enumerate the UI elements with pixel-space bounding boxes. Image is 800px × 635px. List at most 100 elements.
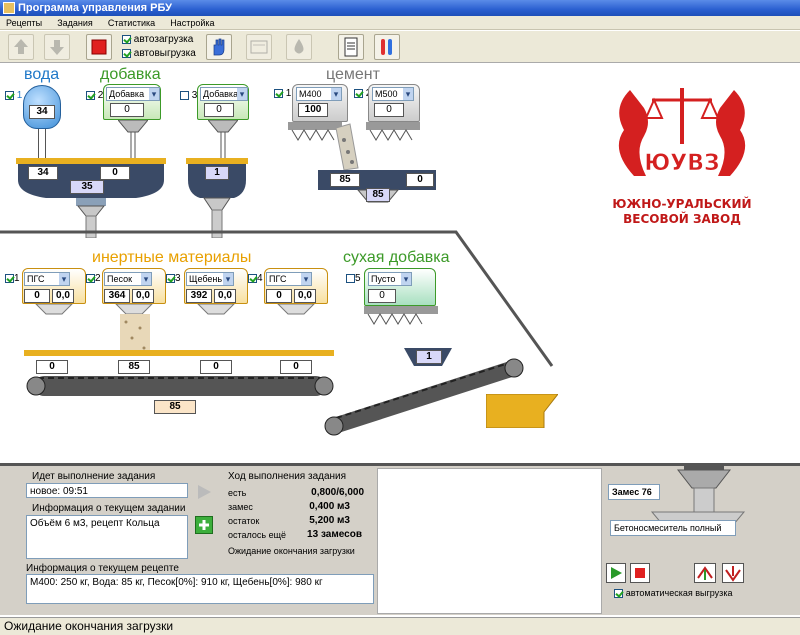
checkbox-icon xyxy=(354,88,363,98)
belt-total: 85 xyxy=(154,400,196,414)
cement1-select[interactable]: М400 xyxy=(296,87,342,101)
play-icon xyxy=(611,567,622,579)
title-bar: Программа управления РБУ xyxy=(0,0,800,16)
menu-tasks[interactable]: Задания xyxy=(51,16,99,30)
inert2-select[interactable]: Песок xyxy=(104,272,152,286)
progress-label-remain: остаток xyxy=(228,516,260,526)
report-button[interactable] xyxy=(338,34,364,60)
panel-button[interactable] xyxy=(246,34,272,60)
drop-icon xyxy=(294,39,304,54)
progress-value-remain: 5,200 м3 xyxy=(309,515,350,526)
logo-line2: ВЕСОВОЙ ЗАВОД xyxy=(623,212,741,226)
company-logo: ЮУВЗ ЮЖНО-УРАЛЬСКИЙ ВЕСОВОЙ ЗАВОД xyxy=(594,78,770,228)
inert1-moisture: 0,0 xyxy=(52,289,74,303)
progress-wait: Ожидание окончания загрузки xyxy=(228,546,355,556)
belt-rail xyxy=(24,350,334,356)
close-gate-button[interactable] xyxy=(722,563,744,583)
arrow-down-icon xyxy=(50,40,64,55)
additive1-select[interactable]: Добавка xyxy=(106,87,160,101)
logo-line1: ЮЖНО-УРАЛЬСКИЙ xyxy=(612,197,752,211)
drop-button[interactable] xyxy=(286,34,312,60)
cement-scale-b: 0 xyxy=(406,173,434,187)
additive-header: добавка xyxy=(100,66,161,83)
checkbox-icon xyxy=(86,90,95,100)
inert1-checkbox[interactable]: 1 xyxy=(5,273,20,284)
inert4-moisture: 0,0 xyxy=(294,289,316,303)
inert1-select[interactable]: ПГС xyxy=(24,272,70,286)
cement1-checkbox[interactable]: 1 xyxy=(274,88,291,99)
water-enable-checkbox[interactable]: 1 xyxy=(5,90,22,101)
belt-value-1: 0 xyxy=(36,360,68,374)
stop-icon xyxy=(91,39,107,55)
cement2-select[interactable]: М500 xyxy=(372,87,414,101)
info-value: Объём 6 м3, рецепт Кольца xyxy=(26,515,188,559)
scale-right-total: 1 xyxy=(205,166,229,180)
inert3-checkbox[interactable]: 3 xyxy=(166,273,181,284)
inert4-checkbox[interactable]: 4 xyxy=(248,273,263,284)
checkbox-icon xyxy=(86,273,95,283)
status-bar: Ожидание окончания загрузки xyxy=(0,617,800,635)
logo-emblem: ЮУВЗ xyxy=(618,88,746,176)
stop-icon xyxy=(635,568,645,578)
add-task-button[interactable] xyxy=(195,516,213,534)
inert4-value: 0 xyxy=(266,289,292,303)
logo-abbr: ЮУВЗ xyxy=(644,151,719,176)
checkbox-icon xyxy=(346,273,355,283)
load-down-button[interactable] xyxy=(44,34,70,60)
water-value: 34 xyxy=(29,105,55,119)
inert2-value: 364 xyxy=(104,289,130,303)
dry-additive-checkbox[interactable]: 5 xyxy=(346,273,361,284)
arrow-up-icon xyxy=(14,39,28,54)
additive2-select[interactable]: Добавка xyxy=(200,87,248,101)
dry-additive-auger xyxy=(364,306,438,325)
gate-close-icon xyxy=(725,566,741,582)
manual-mode-button[interactable] xyxy=(206,34,232,60)
additive2-checkbox[interactable]: 3 xyxy=(180,90,197,101)
lab-button[interactable] xyxy=(374,34,400,60)
progress-label-batch: замес xyxy=(228,502,253,512)
inert3-select[interactable]: Щебень xyxy=(186,272,234,286)
progress-value-left: 13 замесов xyxy=(307,529,362,540)
inert-gates xyxy=(35,304,315,356)
checkbox-icon xyxy=(180,90,189,100)
scale-left-water: 34 xyxy=(28,166,58,180)
checkbox-icon xyxy=(122,48,131,58)
menu-statistics[interactable]: Статистика xyxy=(102,16,161,30)
autounload-checkbox[interactable]: автовыгрузка xyxy=(122,48,196,59)
inert2-checkbox[interactable]: 2 xyxy=(86,273,101,284)
recipe-label: Информация о текущем рецепте xyxy=(26,563,179,574)
plus-icon xyxy=(199,520,209,530)
progress-value-batch: 0,400 м3 xyxy=(309,501,350,512)
stop-button[interactable] xyxy=(86,34,112,60)
checkbox-icon xyxy=(122,34,131,44)
start-unload-button[interactable] xyxy=(606,563,626,583)
forward-button[interactable] xyxy=(195,483,213,501)
menu-recipes[interactable]: Рецепты xyxy=(0,16,48,30)
cement-scale-total: 85 xyxy=(366,188,390,202)
recipe-value: М400: 250 кг, Вода: 85 кг, Песок[0%]: 91… xyxy=(26,574,374,604)
stop-unload-button[interactable] xyxy=(630,563,650,583)
autoload-checkbox[interactable]: автозагрузка xyxy=(122,34,193,45)
menu-settings[interactable]: Настройка xyxy=(164,16,220,30)
belt-value-2: 85 xyxy=(118,360,150,374)
panel-icon xyxy=(250,40,268,54)
auto-unload-checkbox[interactable]: автоматическая выгрузка xyxy=(614,588,732,599)
exec-label: Идет выполнение задания xyxy=(32,471,156,482)
checkbox-icon xyxy=(5,273,14,283)
additive1-checkbox[interactable]: 2 xyxy=(86,90,103,101)
checkbox-icon xyxy=(248,273,257,283)
checkbox-icon xyxy=(274,88,283,98)
checkbox-icon xyxy=(5,90,14,100)
message-area xyxy=(377,468,602,614)
dry-additive-value: 0 xyxy=(368,289,396,303)
inert4-select[interactable]: ПГС xyxy=(266,272,312,286)
progress-label-have: есть xyxy=(228,488,247,498)
flask-icon xyxy=(381,39,392,55)
open-gate-button[interactable] xyxy=(694,563,716,583)
inert2-moisture: 0,0 xyxy=(132,289,154,303)
dry-additive-select[interactable]: Пусто xyxy=(368,272,412,286)
scale-left-additive: 0 xyxy=(100,166,130,180)
load-up-button[interactable] xyxy=(8,34,34,60)
toolbar: автозагрузка автовыгрузка xyxy=(0,31,800,63)
progress-value-have: 0,800/6,000 xyxy=(311,487,364,498)
